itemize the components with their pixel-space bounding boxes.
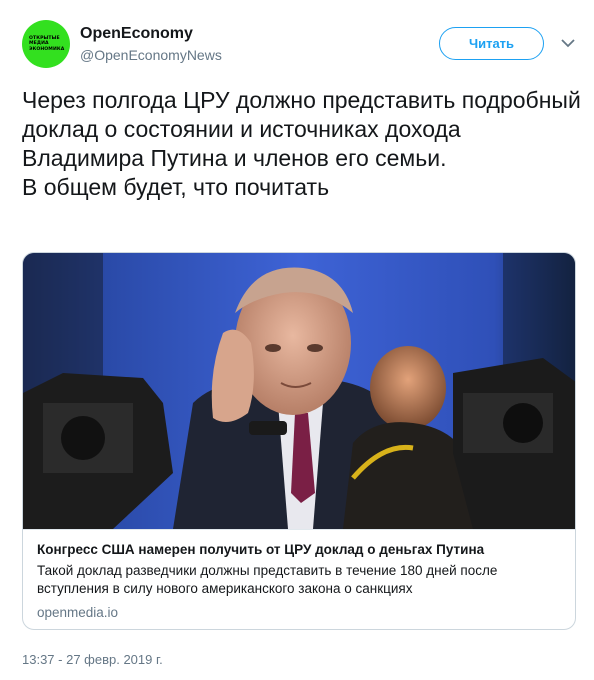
- card-domain[interactable]: openmedia.io: [37, 604, 563, 622]
- card-title[interactable]: Конгресс США намерен получить от ЦРУ док…: [37, 541, 563, 559]
- card-image[interactable]: [23, 253, 575, 529]
- tweet-header: ОТКРЫТЫЕ МЕДИА ЭКОНОМИКА OpenEconomy @Op…: [22, 20, 582, 72]
- card-description: Такой доклад разведчики должны представи…: [37, 563, 498, 596]
- author-handle[interactable]: @OpenEconomyNews: [80, 47, 222, 63]
- tweet-timestamp[interactable]: 13:37 - 27 февр. 2019 г.: [22, 652, 163, 667]
- chevron-down-icon[interactable]: [558, 33, 578, 53]
- follow-button[interactable]: Читать: [439, 27, 544, 60]
- tweet-text: Через полгода ЦРУ должно представить под…: [22, 87, 581, 200]
- author-name[interactable]: OpenEconomy: [80, 25, 193, 43]
- card-body[interactable]: Конгресс США намерен получить от ЦРУ док…: [23, 529, 575, 629]
- avatar[interactable]: ОТКРЫТЫЕ МЕДИА ЭКОНОМИКА: [22, 20, 70, 68]
- link-card[interactable]: Конгресс США намерен получить от ЦРУ док…: [22, 252, 576, 630]
- avatar-text-line-3: ЭКОНОМИКА: [29, 46, 65, 52]
